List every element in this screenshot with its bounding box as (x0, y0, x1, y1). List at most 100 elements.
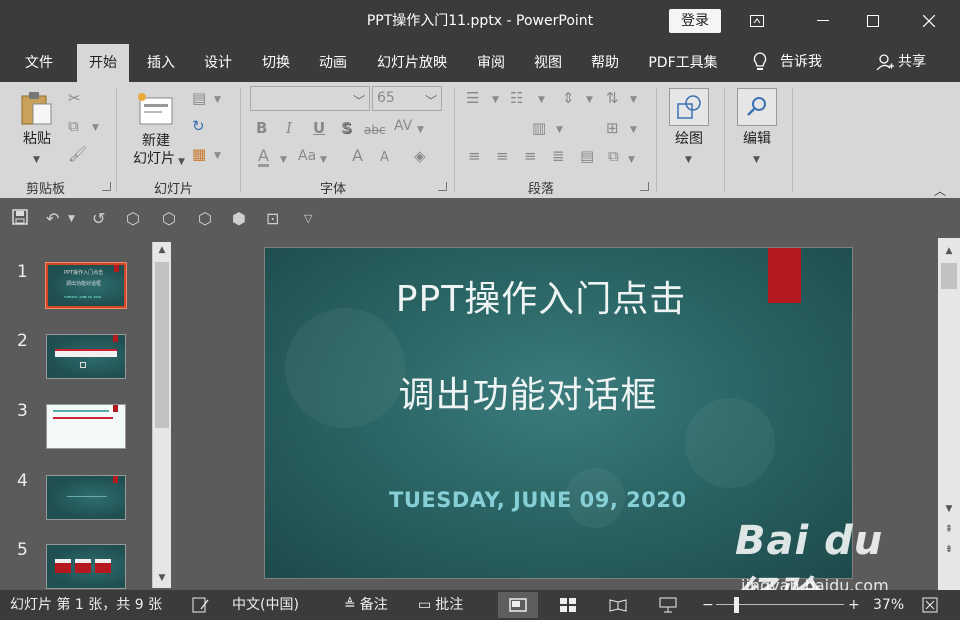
next-slide-icon[interactable]: ⇟ (938, 544, 960, 555)
char-spacing-button[interactable]: AV (394, 118, 412, 134)
reading-view-button[interactable] (598, 592, 638, 618)
smartart-dropdown-icon[interactable]: ▼ (628, 152, 635, 168)
section-icon[interactable]: ▦ (192, 146, 206, 162)
fit-to-window-icon[interactable] (922, 590, 938, 620)
layout-icon[interactable]: ▤ (192, 90, 206, 106)
font-color-dropdown-icon[interactable]: ▼ (280, 152, 287, 168)
text-direction-dropdown-icon[interactable]: ▼ (630, 92, 637, 108)
cut-icon[interactable]: ✂ (68, 90, 81, 106)
font-dialog-launcher[interactable] (438, 182, 447, 191)
tab-design[interactable]: 设计 (193, 44, 243, 82)
maximize-icon[interactable] (850, 0, 896, 42)
cube-icon[interactable]: ⬡ (198, 209, 212, 228)
customize-qat-icon[interactable]: ▽ (304, 212, 312, 225)
format-painter-icon[interactable]: 🖌 (68, 146, 87, 162)
scroll-down-icon[interactable]: ▼ (153, 573, 171, 583)
scroll-down-icon[interactable]: ▼ (938, 504, 960, 514)
language-indicator[interactable]: 中文(中国) (232, 590, 299, 620)
cube-add-icon[interactable]: ⬢ (232, 209, 246, 228)
copy-dropdown-icon[interactable]: ▼ (92, 120, 99, 136)
thumbnails-scrollbar[interactable]: ▲ ▼ (152, 242, 171, 588)
tab-file[interactable]: 文件 (14, 44, 64, 82)
notes-button[interactable]: ≜ 备注 (344, 590, 388, 620)
font-name-combo[interactable]: ﹀ (250, 86, 370, 111)
login-button[interactable]: 登录 (669, 9, 721, 33)
numbering-dropdown-icon[interactable]: ▼ (538, 92, 545, 108)
align-text-dropdown-icon[interactable]: ▼ (630, 122, 637, 138)
change-case-button[interactable]: Aa (298, 148, 316, 164)
change-case-dropdown-icon[interactable]: ▼ (320, 152, 327, 168)
tab-slideshow[interactable]: 幻灯片放映 (368, 44, 456, 82)
tab-help[interactable]: 帮助 (580, 44, 630, 82)
save-icon[interactable] (12, 209, 28, 229)
clear-formatting-icon[interactable]: ◈ (414, 148, 426, 164)
cube-icon[interactable]: ⬡ (126, 209, 140, 228)
tab-animations[interactable]: 动画 (308, 44, 358, 82)
align-right-icon[interactable]: ≡ (524, 148, 537, 164)
font-color-button[interactable]: A (258, 148, 269, 167)
normal-view-button[interactable] (498, 592, 538, 618)
section-dropdown-icon[interactable]: ▼ (214, 148, 221, 164)
editing-button[interactable]: 编辑 ▼ (732, 86, 782, 172)
shrink-font-button[interactable]: A (380, 150, 389, 166)
paragraph-dialog-launcher[interactable] (640, 182, 649, 191)
slide-sorter-button[interactable] (548, 592, 588, 618)
underline-button[interactable]: U (313, 120, 325, 136)
copy-icon[interactable]: ⧉ (68, 118, 79, 134)
share-button[interactable]: 共享 (876, 42, 926, 82)
cube-icon[interactable]: ⬡ (162, 209, 176, 228)
tab-insert[interactable]: 插入 (137, 44, 185, 82)
drawing-button[interactable]: 绘图 ▼ (664, 86, 714, 172)
tab-review[interactable]: 审阅 (466, 44, 516, 82)
font-size-combo[interactable]: 65 ﹀ (372, 86, 442, 111)
columns-dropdown-icon[interactable]: ▼ (556, 122, 563, 138)
ribbon-display-options-icon[interactable] (734, 0, 780, 42)
distribute-icon[interactable]: ▤ (580, 148, 594, 164)
zoom-out-icon[interactable]: − (702, 590, 714, 620)
scroll-up-icon[interactable]: ▲ (153, 245, 171, 255)
tab-view[interactable]: 视图 (523, 44, 573, 82)
minimize-icon[interactable] (800, 0, 846, 42)
clipboard-dialog-launcher[interactable] (102, 182, 111, 191)
align-text-icon[interactable]: ⊞ (606, 120, 619, 136)
slideshow-button[interactable] (648, 592, 688, 618)
char-spacing-dropdown-icon[interactable]: ▼ (417, 122, 424, 138)
slide-star-icon[interactable]: ⊡ (266, 209, 279, 228)
slide-thumbnail-4[interactable] (46, 475, 126, 520)
smartart-icon[interactable]: ⧉ (608, 148, 619, 164)
collapse-ribbon-icon[interactable]: ︿ (934, 182, 946, 199)
bullets-icon[interactable]: ☰ (466, 90, 479, 106)
strikethrough-button[interactable]: abc (364, 122, 386, 138)
scroll-up-icon[interactable]: ▲ (938, 246, 960, 256)
editor-scrollbar[interactable]: ▲ ▼ ⇞ ⇟ (938, 238, 960, 590)
shadow-button[interactable]: S (341, 120, 352, 136)
new-slide-button[interactable]: 新建 幻灯片 ▼ (124, 88, 188, 174)
redo-icon[interactable]: ↺ (92, 209, 105, 228)
paste-button[interactable]: 粘贴 ▼ (14, 88, 60, 170)
italic-button[interactable]: I (286, 120, 292, 136)
slide-title-line-2[interactable]: 调出功能对话框 (265, 366, 791, 418)
align-center-icon[interactable]: ≡ (496, 148, 509, 164)
zoom-level[interactable]: 37% (873, 590, 904, 620)
tab-home[interactable]: 开始 (77, 44, 129, 82)
bullets-dropdown-icon[interactable]: ▼ (492, 92, 499, 108)
undo-icon[interactable]: ↶ (46, 209, 59, 228)
grow-font-button[interactable]: A (352, 148, 363, 164)
reset-slide-icon[interactable]: ↻ (192, 118, 205, 134)
slide-title-line-1[interactable]: PPT操作入门点击 (265, 270, 817, 322)
slide-thumbnail-2[interactable] (46, 334, 126, 379)
current-slide[interactable]: PPT操作入门点击 调出功能对话框 TUESDAY, JUNE 09, 2020 (264, 247, 853, 579)
scrollbar-thumb[interactable] (941, 263, 957, 289)
numbering-icon[interactable]: ☷ (510, 90, 523, 106)
bold-button[interactable]: B (256, 120, 267, 136)
slide-thumbnail-3[interactable] (46, 404, 126, 449)
slide-thumbnail-5[interactable] (46, 544, 126, 589)
tab-pdf-tools[interactable]: PDF工具集 (640, 44, 726, 82)
comments-button[interactable]: ▭ 批注 (418, 590, 463, 620)
slide-thumbnail-1[interactable]: PPT操作入门点击 调出功能对话框 TUESDAY, JUNE 09, 2020 (45, 262, 127, 309)
justify-icon[interactable]: ≣ (552, 148, 565, 164)
previous-slide-icon[interactable]: ⇞ (938, 524, 960, 535)
columns-icon[interactable]: ▥ (532, 120, 546, 136)
close-icon[interactable] (906, 0, 952, 42)
line-spacing-icon[interactable]: ⇕ (562, 90, 575, 106)
